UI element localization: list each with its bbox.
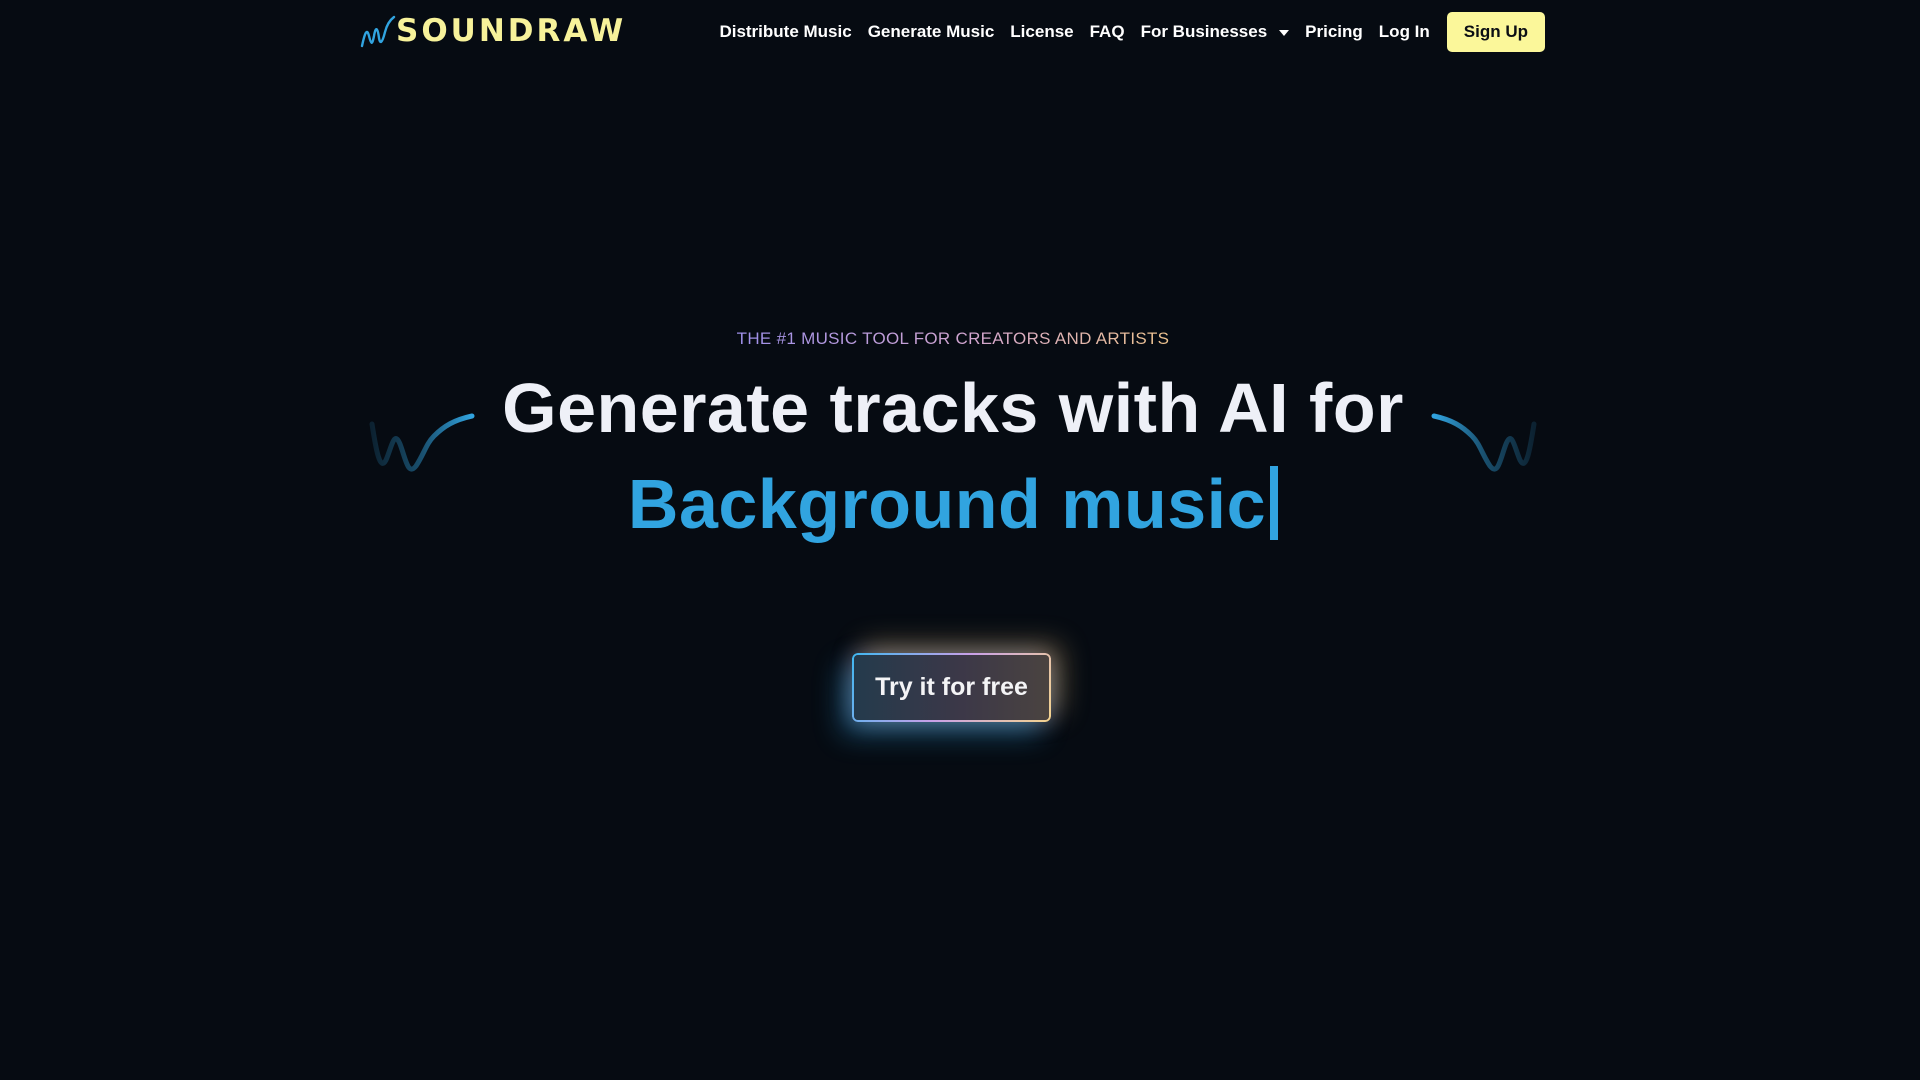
hero-headline: Generate tracks with AI for <box>502 369 1404 447</box>
page: SOUNDRAW Distribute Music Generate Music… <box>0 0 1920 1080</box>
nav-generate-music[interactable]: Generate Music <box>868 22 995 42</box>
main-nav: Distribute Music Generate Music License … <box>719 12 1545 52</box>
nav-for-businesses[interactable]: For Businesses <box>1141 22 1290 42</box>
nav-license[interactable]: License <box>1010 22 1073 42</box>
hero-rotating-text: Background music <box>0 460 1906 548</box>
typing-cursor <box>1270 466 1279 540</box>
nav-distribute-music[interactable]: Distribute Music <box>719 22 851 42</box>
brand-name: SOUNDRAW <box>396 13 627 49</box>
nav-for-businesses-label: For Businesses <box>1140 22 1268 41</box>
logo[interactable]: SOUNDRAW <box>360 12 626 50</box>
site-header: SOUNDRAW Distribute Music Generate Music… <box>0 0 1920 64</box>
nav-log-in[interactable]: Log In <box>1379 22 1430 42</box>
sign-up-button[interactable]: Sign Up <box>1446 12 1545 52</box>
try-it-for-free-button[interactable]: Try it for free <box>852 653 1051 722</box>
nav-faq[interactable]: FAQ <box>1090 22 1125 42</box>
cta-label: Try it for free <box>854 655 1049 720</box>
rotating-phrase: Background music <box>627 465 1267 543</box>
nav-pricing[interactable]: Pricing <box>1305 22 1363 42</box>
soundraw-wave-logo-icon <box>360 15 396 48</box>
chevron-down-icon <box>1279 30 1290 36</box>
hero-eyebrow-text: THE #1 MUSIC TOOL FOR CREATORS AND ARTIS… <box>736 329 1170 348</box>
hero-eyebrow: THE #1 MUSIC TOOL FOR CREATORS AND ARTIS… <box>0 329 1906 349</box>
